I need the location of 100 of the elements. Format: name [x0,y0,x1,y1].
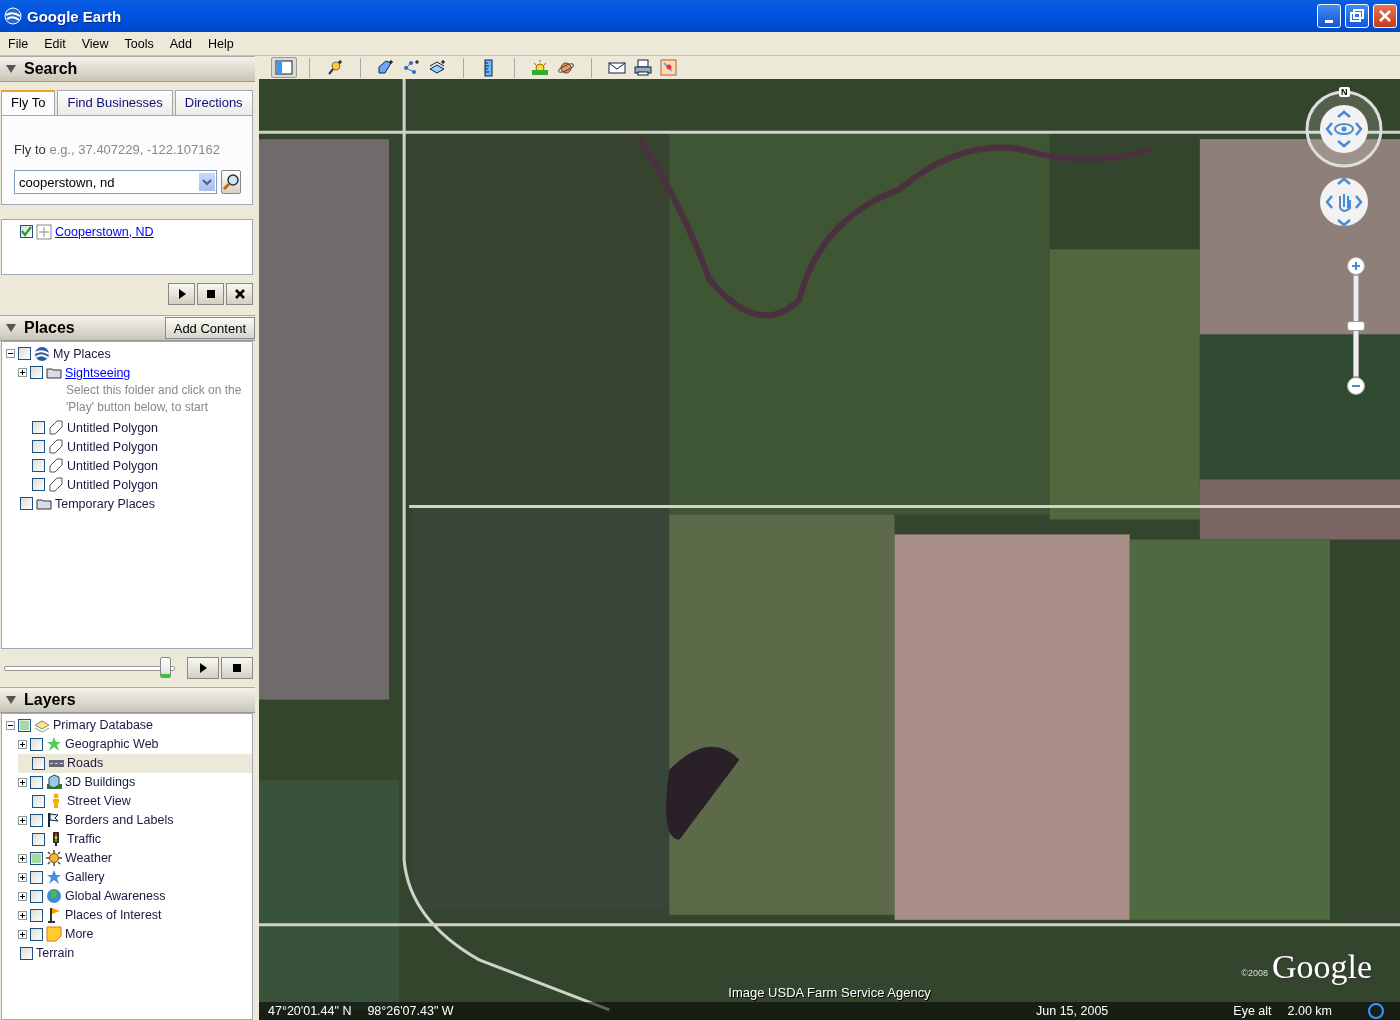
folder-link[interactable]: Sightseeing [65,365,131,380]
tab[interactable]: Fly To [1,90,56,116]
checkbox[interactable] [30,908,43,922]
hint-text: Fly to e.g., 37.407229, -122.107162 [14,142,221,157]
tree-item-label[interactable]: Untitled Polygon [67,439,159,454]
imagery-attribution: Image USDA Farm Service Agency [728,985,931,1000]
expand-icon[interactable] [18,853,27,863]
latitude-text: 47°20'01.44" N [268,1004,352,1018]
collapse-triangle-icon[interactable] [6,695,16,704]
collapse-triangle-icon[interactable] [6,65,16,73]
tree-item-label[interactable]: Street View [67,794,131,808]
checkbox[interactable] [30,870,43,884]
play-button[interactable] [187,656,219,679]
menu-item[interactable]: View [73,36,117,51]
note-icon [46,926,62,942]
search-combo-field[interactable]: cooperstown, nd [14,170,217,194]
checkbox[interactable] [32,421,45,434]
collapse-icon[interactable] [6,720,15,730]
tree-item-label[interactable]: My Places [53,346,111,361]
tree-item-label[interactable]: Gallery [65,870,105,884]
tree-item-label[interactable]: Untitled Polygon [67,420,159,435]
result-link[interactable]: Cooperstown, ND [55,224,154,239]
stop-icon[interactable] [204,288,217,300]
collapse-triangle-icon[interactable] [6,324,16,332]
eye-alt-label: Eye alt [1233,1004,1272,1018]
checkbox[interactable] [30,366,43,379]
checkbox[interactable] [30,889,43,903]
tree-item-label[interactable]: 3D Buildings [65,775,136,789]
pushpin-icon [326,58,344,77]
collapse-icon[interactable] [6,349,15,358]
polygon-icon [48,438,64,455]
search-button[interactable] [221,170,241,194]
checkbox[interactable] [30,927,43,941]
tree-item-label[interactable]: Weather [65,851,112,865]
checkbox[interactable] [32,459,45,472]
building-icon [46,774,62,790]
play-icon[interactable] [197,661,209,674]
close-icon[interactable] [233,288,246,300]
sun-icon [531,58,549,77]
checkbox[interactable] [18,347,31,360]
menu-item[interactable]: Edit [36,36,74,51]
expand-icon[interactable] [18,777,27,787]
crosshair-icon [36,223,52,240]
tab[interactable]: Find Businesses [57,90,173,115]
checkbox[interactable] [20,497,33,510]
checkbox[interactable] [30,851,43,865]
stop-button[interactable] [221,656,253,679]
window-title: Google Earth [27,7,123,25]
checkbox[interactable] [30,813,43,827]
checkbox[interactable] [32,440,45,453]
checkbox[interactable] [20,946,33,960]
tree-item-label[interactable]: Places of Interest [65,908,162,922]
zoom-thumb[interactable] [1347,321,1365,331]
search-field[interactable]: cooperstown, nd [15,174,199,190]
expand-icon[interactable] [18,872,27,882]
checkbox[interactable] [30,737,43,751]
tree-item-label[interactable]: Borders and Labels [65,813,174,827]
tree-item-label[interactable]: Global Awareness [65,889,166,903]
tree-item-label[interactable]: Roads [67,756,104,770]
tree-item-label[interactable]: Temporary Places [55,496,156,511]
expand-icon[interactable] [18,929,27,939]
expand-icon[interactable] [18,910,27,920]
checkbox[interactable] [32,756,45,770]
north-label: N [1339,87,1350,97]
checkbox[interactable] [30,775,43,789]
plus-icon[interactable] [1351,261,1361,271]
checkbox[interactable] [20,225,33,238]
polygon-icon [377,58,395,77]
add-content-button[interactable]: Add Content [164,317,255,339]
stop-icon[interactable] [231,661,243,674]
tree-item-label[interactable]: Traffic [67,832,102,846]
tree-item-label[interactable]: Untitled Polygon [67,458,159,473]
clear-button[interactable] [226,283,253,305]
expand-icon[interactable] [18,891,27,901]
tree-item-label[interactable]: More [65,927,94,941]
menu-item[interactable]: Help [200,36,242,51]
stop-button[interactable] [197,283,224,305]
expand-icon[interactable] [18,739,27,749]
slider-thumb[interactable] [159,657,171,678]
tree-item-label[interactable]: Geographic Web [65,737,159,751]
tree-row[interactable]: Roads [18,753,252,773]
menu-item[interactable]: File [0,36,37,51]
checkbox[interactable] [32,832,45,846]
panel-title: Search [24,60,79,78]
copyright-text: ©2008 [1241,968,1268,978]
expand-icon[interactable] [18,368,27,377]
tour-slider[interactable] [4,657,175,678]
expand-icon[interactable] [18,815,27,825]
menu-item[interactable]: Tools [116,36,162,51]
tree-item-label[interactable]: Terrain [36,946,75,960]
sidebar-button[interactable] [271,57,297,78]
checkbox[interactable] [32,794,45,808]
menu-item[interactable]: Add [161,36,200,51]
play-button[interactable] [168,283,195,305]
checkbox[interactable] [32,478,45,491]
zoom-slider[interactable] [1347,275,1365,377]
checkbox[interactable] [18,718,31,732]
tree-item-label[interactable]: Untitled Polygon [67,477,159,492]
tab[interactable]: Directions [174,90,253,115]
tree-item-label[interactable]: Primary Database [53,718,154,732]
